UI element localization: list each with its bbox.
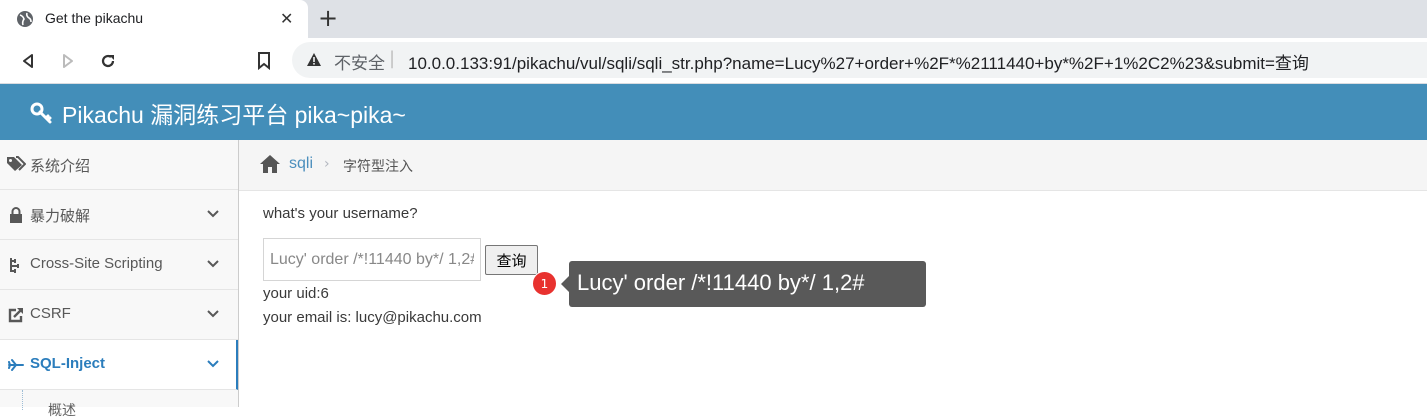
annotation-tooltip: Lucy' order /*!11440 by*/ 1,2# xyxy=(561,261,926,307)
bookmark-icon xyxy=(258,52,270,70)
brand[interactable]: Pikachu 漏洞练习平台 pika~pika~ xyxy=(30,96,406,130)
sidebar-item-bruteforce[interactable]: 暴力破解 xyxy=(0,190,238,240)
tab-title: Get the pikachu xyxy=(45,10,144,26)
breadcrumb: sqli › 字符型注入 xyxy=(239,140,1427,191)
submit-button[interactable]: 查询 xyxy=(485,245,538,275)
breadcrumb-sqli-link[interactable]: sqli xyxy=(289,155,313,173)
browser-tab[interactable]: Get the pikachu ✕ xyxy=(0,0,308,38)
url-separator: | xyxy=(389,48,396,69)
sidebar-subitem-label: 概述 xyxy=(48,403,76,419)
username-input[interactable] xyxy=(263,238,481,281)
chevron-down-icon xyxy=(207,360,219,368)
sidebar-item-csrf[interactable]: CSRF xyxy=(0,290,238,340)
address-bar[interactable]: 不安全 | 10.0.0.133:91/pikachu/vul/sqli/sql… xyxy=(292,42,1427,78)
tree-line xyxy=(22,390,23,410)
sidebar-item-label: SQL-Inject xyxy=(30,355,106,372)
tab-strip: Get the pikachu ✕ + xyxy=(0,0,1427,38)
email-result: your email is: lucy@pikachu.com xyxy=(263,309,482,326)
breadcrumb-current: 字符型注入 xyxy=(343,158,413,174)
tags-icon xyxy=(7,156,26,171)
tree-icon xyxy=(10,258,19,273)
sidebar-item-label: 暴力破解 xyxy=(30,208,91,225)
username-prompt: what's your username? xyxy=(263,205,418,222)
forward-button[interactable] xyxy=(55,48,81,74)
share-icon xyxy=(8,308,23,323)
chevron-down-icon xyxy=(207,310,219,318)
sidebar-item-sqli[interactable]: SQL-Inject xyxy=(0,340,238,390)
home-icon[interactable] xyxy=(259,154,281,174)
chevron-down-icon xyxy=(207,260,219,268)
globe-icon xyxy=(17,11,33,27)
sidebar: 系统介绍 暴力破解 Cross-Site Scripting CSRF SQL-… xyxy=(0,140,239,407)
url-text: 10.0.0.133:91/pikachu/vul/sqli/sqli_str.… xyxy=(408,54,1309,73)
sidebar-item-label: CSRF xyxy=(30,305,71,322)
back-icon xyxy=(23,54,33,68)
sidebar-subitem-overview[interactable]: 概述 xyxy=(0,390,238,419)
sidebar-item-xss[interactable]: Cross-Site Scripting xyxy=(0,240,238,290)
bookmark-button[interactable] xyxy=(251,48,277,74)
uid-result: your uid:6 xyxy=(263,285,329,302)
back-button[interactable] xyxy=(15,48,41,74)
security-status: 不安全 xyxy=(334,54,385,73)
plane-icon xyxy=(8,359,24,371)
chevron-down-icon xyxy=(207,210,219,218)
sidebar-item-label: Cross-Site Scripting xyxy=(30,255,163,272)
warning-icon xyxy=(307,53,321,66)
sidebar-item-intro[interactable]: 系统介绍 xyxy=(0,140,238,190)
sidebar-item-label: 系统介绍 xyxy=(30,158,91,175)
reload-button[interactable] xyxy=(95,48,121,74)
lock-icon xyxy=(10,207,22,223)
key-icon xyxy=(30,102,52,124)
annotation-badge: 1 xyxy=(532,271,557,296)
close-tab-icon[interactable]: ✕ xyxy=(280,9,293,28)
breadcrumb-separator: › xyxy=(324,156,330,172)
brand-title: Pikachu 漏洞练习平台 pika~pika~ xyxy=(62,102,406,128)
new-tab-button[interactable]: + xyxy=(318,4,338,32)
browser-toolbar: 不安全 | 10.0.0.133:91/pikachu/vul/sqli/sql… xyxy=(0,38,1427,84)
app-navbar: Pikachu 漏洞练习平台 pika~pika~ xyxy=(0,84,1427,140)
forward-icon xyxy=(63,54,73,68)
reload-icon xyxy=(101,54,115,68)
